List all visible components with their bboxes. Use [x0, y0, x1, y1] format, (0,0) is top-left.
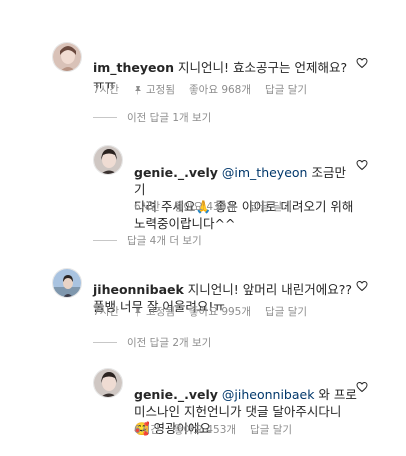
pinned-indicator: 고정됨	[133, 82, 175, 97]
reply-likes[interactable]: 좋아요 453개	[174, 422, 236, 437]
mention-link[interactable]: @jiheonnibaek	[222, 387, 315, 402]
heart-icon[interactable]	[356, 159, 368, 171]
reply-meta: 6시간 좋아요 453개 답글 달기	[134, 422, 292, 437]
view-replies-label[interactable]: 답글 4개 더 보기	[127, 233, 202, 248]
pin-icon	[135, 85, 142, 94]
reply-time: 6시간	[134, 201, 161, 213]
divider	[93, 117, 117, 118]
reply-button[interactable]: 답글 달기	[265, 304, 307, 319]
reply-username[interactable]: genie._.vely	[134, 165, 218, 180]
pinned-label: 고정됨	[146, 84, 175, 96]
comment-likes[interactable]: 좋아요 995개	[189, 304, 251, 319]
comment-likes[interactable]: 좋아요 968개	[189, 82, 251, 97]
view-replies-label[interactable]: 이전 답글 1개 보기	[127, 110, 211, 125]
view-previous-replies[interactable]: 이전 답글 2개 보기	[93, 335, 211, 350]
avatar[interactable]	[52, 42, 82, 72]
avatar[interactable]	[93, 145, 123, 175]
heart-icon[interactable]	[356, 57, 368, 69]
heart-icon[interactable]	[356, 280, 368, 292]
reply-button[interactable]: 답글 달기	[265, 82, 307, 97]
comment-time: 7시간	[93, 84, 120, 96]
view-more-replies[interactable]: 답글 4개 더 보기	[93, 233, 202, 248]
comment-time: 7시간	[93, 306, 120, 318]
heart-icon[interactable]	[356, 381, 368, 393]
reply-username[interactable]: genie._.vely	[134, 387, 218, 402]
avatar[interactable]	[93, 368, 123, 398]
comment-meta: 7시간 고정됨 좋아요 995개 답글 달기	[93, 304, 307, 319]
avatar[interactable]	[52, 268, 82, 298]
reply-meta: 6시간 좋아요 438개 답글 달기	[134, 199, 292, 214]
pinned-indicator: 고정됨	[133, 304, 175, 319]
comment-meta: 7시간 고정됨 좋아요 968개 답글 달기	[93, 82, 307, 97]
pin-icon	[135, 307, 142, 316]
view-replies-label[interactable]: 이전 답글 2개 보기	[127, 335, 211, 350]
reply-time: 6시간	[134, 424, 161, 436]
view-previous-replies[interactable]: 이전 답글 1개 보기	[93, 110, 211, 125]
reply-text: genie._.vely @im_theyeon 조금만 기 다려 주세요🙏 좋…	[134, 147, 359, 232]
reply-likes[interactable]: 좋아요 438개	[174, 199, 236, 214]
comment-username[interactable]: im_theyeon	[93, 60, 174, 75]
comment-username[interactable]: jiheonnibaek	[93, 282, 184, 297]
reply-button[interactable]: 답글 달기	[250, 199, 292, 214]
pinned-label: 고정됨	[146, 306, 175, 318]
mention-link[interactable]: @im_theyeon	[222, 165, 308, 180]
divider	[93, 240, 117, 241]
divider	[93, 342, 117, 343]
reply-button[interactable]: 답글 달기	[250, 422, 292, 437]
